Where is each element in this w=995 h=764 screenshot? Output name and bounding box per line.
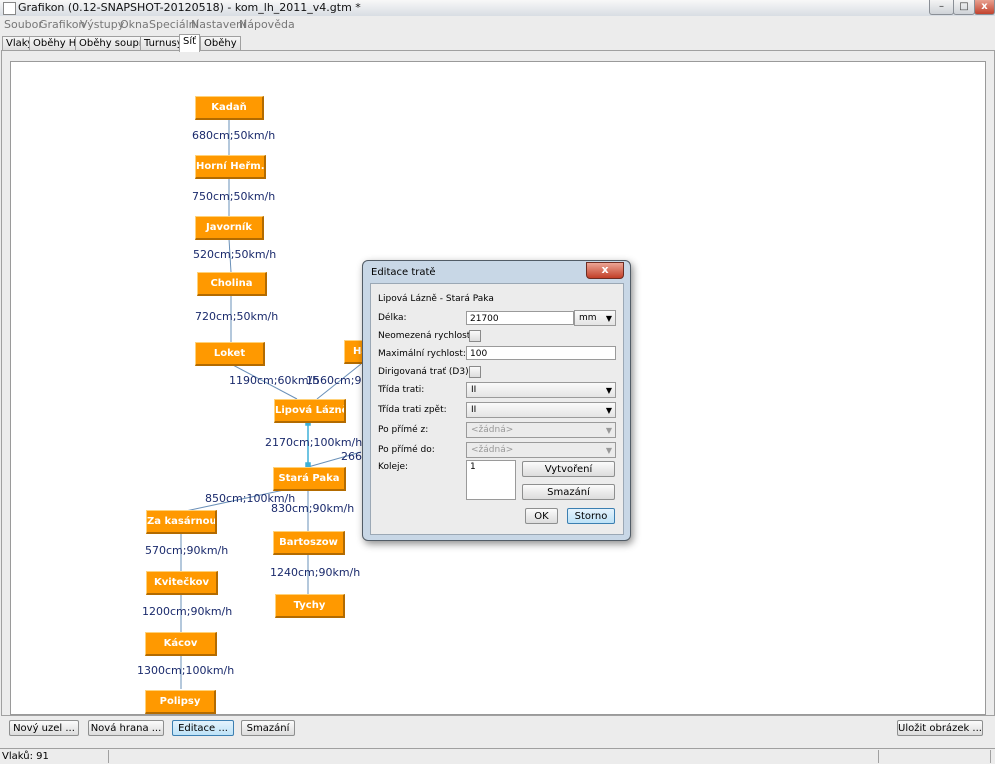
dialog-body: Lipová Lázně - Stará Paka Délka: 21700 m… xyxy=(370,283,624,535)
node-stara-paka[interactable]: Stará Paka xyxy=(273,467,346,491)
status-cell xyxy=(880,750,991,763)
edge-label-selected[interactable]: 2170cm;100km/h xyxy=(265,436,362,449)
direct-from-value: <žádná> xyxy=(471,425,514,435)
node-polipsy[interactable]: Polipsy xyxy=(145,690,216,714)
length-input[interactable]: 21700 xyxy=(466,311,574,325)
save-image-button[interactable]: Uložit obrázek ... xyxy=(897,720,983,736)
status-bar: Vlaků: 91 xyxy=(0,748,995,764)
menu-nastaveni[interactable]: Nastavení xyxy=(191,18,246,31)
chevron-down-icon: ▼ xyxy=(605,446,612,455)
node-kvitecek[interactable]: Kvitečkov xyxy=(146,571,218,595)
direct-from-label: Po přímé z: xyxy=(378,425,429,435)
delete-track-button[interactable]: Smazání xyxy=(522,484,615,500)
status-cell xyxy=(110,750,879,763)
edge-label[interactable]: 750cm;50km/h xyxy=(192,190,275,203)
track-class-back-value: II xyxy=(471,405,477,415)
menu-napoveda[interactable]: Nápověda xyxy=(239,18,295,31)
edge-label[interactable]: 1300cm;100km/h xyxy=(137,664,234,677)
node-kadan[interactable]: Kadaň xyxy=(195,96,264,120)
status-trains: Vlaků: 91 xyxy=(2,750,109,763)
node-za-kasarnou[interactable]: Za kasárnou xyxy=(146,510,217,534)
edit-track-dialog: Editace tratě x Lipová Lázně - Stará Pak… xyxy=(362,260,631,541)
menu-okna[interactable]: Okna xyxy=(120,18,149,31)
node-tychy[interactable]: Tychy xyxy=(275,594,345,618)
track-class-value: II xyxy=(471,385,477,395)
chevron-down-icon: ▼ xyxy=(605,386,612,395)
node-lipova-lazne[interactable]: Lipová Lázně xyxy=(274,399,346,423)
tab-obehy[interactable]: Oběhy xyxy=(200,36,241,51)
menu-soubor[interactable]: Soubor xyxy=(4,18,43,31)
node-cholina[interactable]: Cholina xyxy=(197,272,267,296)
cancel-button[interactable]: Storno xyxy=(567,508,615,524)
track-class-back-label: Třída trati zpět: xyxy=(378,405,447,415)
create-track-button[interactable]: Vytvoření xyxy=(522,461,615,477)
length-unit-select[interactable]: mm ▼ xyxy=(574,310,616,326)
list-item[interactable]: 1 xyxy=(470,462,512,472)
edge-label[interactable]: 680cm;50km/h xyxy=(192,129,275,142)
edge-label[interactable]: 570cm;90km/h xyxy=(145,544,228,557)
menu-bar: Soubor Grafikon Výstupy Okna Speciální N… xyxy=(0,16,995,32)
edge-label[interactable]: 1240cm;90km/h xyxy=(270,566,360,579)
length-label: Délka: xyxy=(378,313,407,323)
node-loket[interactable]: Loket xyxy=(195,342,265,366)
menu-grafikon[interactable]: Grafikon xyxy=(39,18,85,31)
minimize-button[interactable]: – xyxy=(929,0,954,15)
new-edge-button[interactable]: Nová hrana ... xyxy=(88,720,164,736)
menu-vystupy[interactable]: Výstupy xyxy=(80,18,124,31)
new-node-button[interactable]: Nový uzel ... xyxy=(9,720,79,736)
tracks-label: Koleje: xyxy=(378,462,409,472)
direct-from-select[interactable]: <žádná> ▼ xyxy=(466,422,616,438)
controlled-track-checkbox[interactable] xyxy=(469,366,481,378)
direct-to-value: <žádná> xyxy=(471,445,514,455)
node-kacov[interactable]: Kácov xyxy=(145,632,217,656)
track-class-label: Třída trati: xyxy=(378,385,425,395)
track-class-back-select[interactable]: II ▼ xyxy=(466,402,616,418)
chevron-down-icon: ▼ xyxy=(605,406,612,415)
tracks-list[interactable]: 1 xyxy=(466,460,516,500)
edge-label[interactable]: 830cm;90km/h xyxy=(271,502,354,515)
app-icon xyxy=(3,2,16,15)
delete-button[interactable]: Smazání xyxy=(241,720,295,736)
edge-label[interactable]: 1200cm;90km/h xyxy=(142,605,232,618)
unlimited-speed-label: Neomezená rychlost: xyxy=(378,331,474,341)
window-titlebar: Grafikon (0.12-SNAPSHOT-20120518) - kom_… xyxy=(0,0,995,17)
node-bartoszow[interactable]: Bartoszow xyxy=(273,531,345,555)
max-speed-input[interactable]: 100 xyxy=(466,346,616,360)
track-name: Lipová Lázně - Stará Paka xyxy=(378,294,494,304)
tab-strip: Vlaky Oběhy HV Oběhy souprav Turnusy Síť… xyxy=(0,34,995,52)
length-unit-value: mm xyxy=(579,313,597,323)
tab-sit[interactable]: Síť xyxy=(179,34,201,52)
direct-to-label: Po přímé do: xyxy=(378,445,435,455)
edge-label[interactable]: 520cm;50km/h xyxy=(193,248,276,261)
edit-button[interactable]: Editace ... xyxy=(172,720,234,736)
node-javornik[interactable]: Javorník xyxy=(195,216,264,240)
direct-to-select[interactable]: <žádná> ▼ xyxy=(466,442,616,458)
chevron-down-icon: ▼ xyxy=(605,426,612,435)
unlimited-speed-checkbox[interactable] xyxy=(469,330,481,342)
dialog-title: Editace tratě xyxy=(371,267,436,278)
max-speed-label: Maximální rychlost: xyxy=(378,349,466,359)
ok-button[interactable]: OK xyxy=(525,508,558,524)
track-class-select[interactable]: II ▼ xyxy=(466,382,616,398)
window-title: Grafikon (0.12-SNAPSHOT-20120518) - kom_… xyxy=(18,1,361,14)
maximize-button[interactable]: □ xyxy=(953,0,975,15)
node-horni-herm[interactable]: Horní Heřm... xyxy=(195,155,266,179)
chevron-down-icon: ▼ xyxy=(605,314,612,323)
dialog-close-button[interactable]: x xyxy=(586,262,624,279)
controlled-track-label: Dirigovaná trať (D3): xyxy=(378,367,472,377)
close-button[interactable]: x xyxy=(974,0,995,15)
edge-label[interactable]: 720cm;50km/h xyxy=(195,310,278,323)
